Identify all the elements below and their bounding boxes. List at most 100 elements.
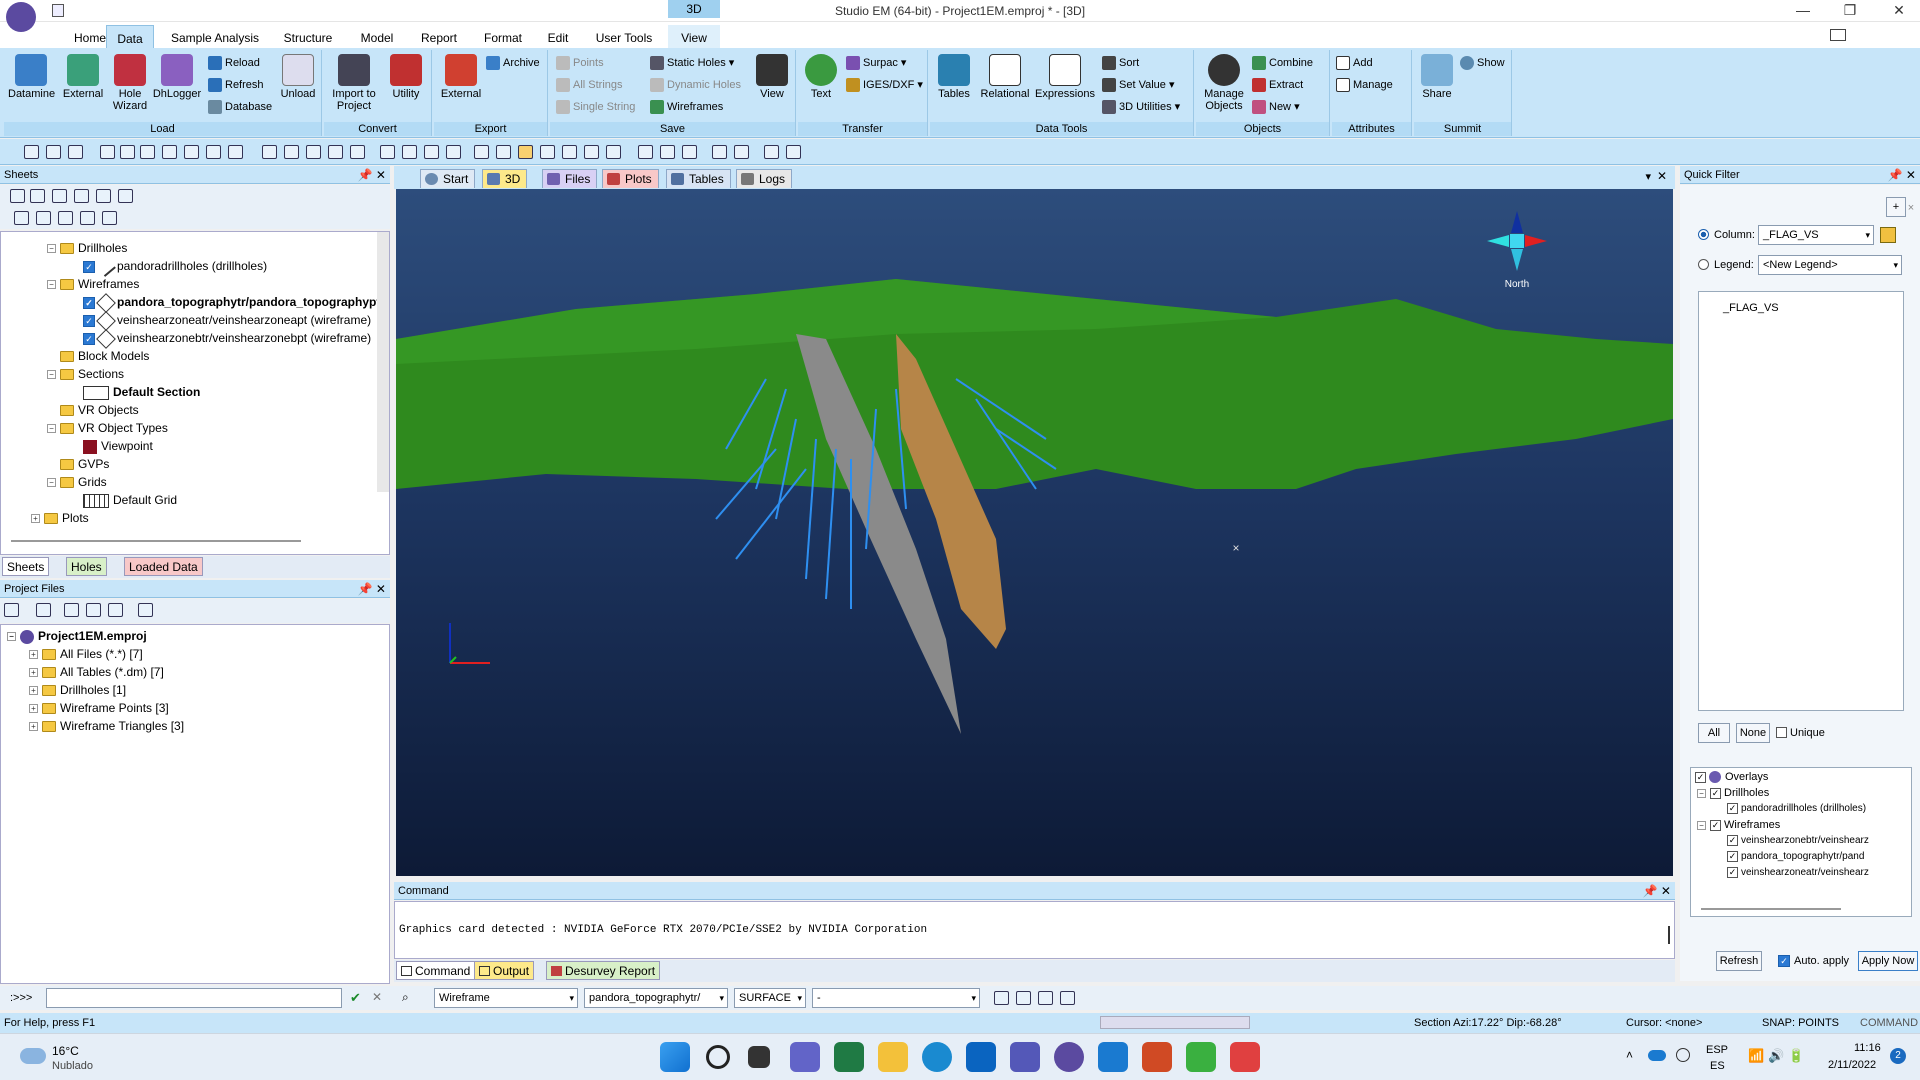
pf-tool-4-icon[interactable] — [86, 603, 101, 617]
tree-item-veinshearzoneb[interactable]: ✓ veinshearzonebtr/veinshearzonebpt (wire… — [83, 328, 371, 349]
toolbar-rotate-icon[interactable] — [46, 145, 61, 159]
command-accept-icon[interactable]: ✔ — [350, 990, 361, 1006]
tables-button[interactable]: Tables — [934, 54, 974, 100]
toolbar-zoom-previous-icon[interactable] — [228, 145, 243, 159]
sheets-tool-3-icon[interactable] — [52, 189, 67, 203]
tab-model[interactable]: Model — [352, 25, 402, 48]
expand-icon[interactable]: + — [29, 668, 38, 678]
toolbar-zoom-all-icon[interactable] — [162, 145, 177, 159]
teams-chat-icon[interactable] — [790, 1042, 820, 1072]
import-to-project-button[interactable]: Import to Project — [328, 54, 380, 112]
qf-apply-now-button[interactable]: Apply Now — [1858, 951, 1918, 971]
sheets-tool-2-icon[interactable] — [30, 189, 45, 203]
file-explorer-icon[interactable] — [878, 1042, 908, 1072]
tree-folder-vr-objects[interactable]: VR Objects — [60, 401, 139, 419]
project-item[interactable]: + Drillholes [1] — [29, 681, 126, 699]
project-item[interactable]: + All Tables (*.dm) [7] — [29, 663, 164, 681]
clock-time[interactable]: 11:16 — [1854, 1042, 1881, 1054]
overlay-veinshearzonea[interactable]: ✓ veinshearzoneatr/veinshearz — [1727, 864, 1869, 882]
manage-attribute-button[interactable]: Manage — [1336, 76, 1393, 94]
tree-folder-gvps[interactable]: GVPs — [60, 455, 109, 473]
combine-button[interactable]: Combine — [1252, 54, 1313, 72]
qf-refresh-button[interactable]: Refresh — [1716, 951, 1762, 971]
manage-objects-button[interactable]: Manage Objects — [1200, 54, 1248, 112]
view-save-button[interactable]: View — [752, 54, 792, 100]
tab-desurvey-report[interactable]: Desurvey Report — [546, 961, 661, 980]
all-strings-button[interactable]: All Strings — [556, 76, 623, 94]
extract-button[interactable]: Extract — [1252, 76, 1303, 94]
minimize-button[interactable]: — — [1788, 2, 1818, 18]
tree-folder-grids[interactable]: − Grids — [47, 473, 107, 491]
tab-loaded-data[interactable]: Loaded Data — [124, 557, 203, 576]
sheets-panel-buttons[interactable]: 📌 ✕ — [358, 168, 386, 182]
checkbox-icon[interactable]: ✓ — [83, 296, 95, 309]
3d-viewport[interactable]: North × — [396, 189, 1673, 876]
checkbox-icon[interactable]: ✓ — [1727, 834, 1738, 846]
qf-auto-apply-checkbox[interactable]: ✓ — [1778, 955, 1790, 967]
tab-start[interactable]: Start — [420, 169, 476, 188]
start-menu-icon[interactable] — [660, 1042, 690, 1072]
snipping-tool-icon[interactable] — [1230, 1042, 1260, 1072]
pf-tool-6-icon[interactable] — [138, 603, 153, 617]
project-item[interactable]: + Wireframe Points [3] — [29, 699, 169, 717]
qf-column-settings-icon[interactable] — [1880, 227, 1896, 243]
ribbon-options-icon[interactable] — [1830, 29, 1846, 41]
sort-button[interactable]: Sort — [1102, 54, 1139, 72]
toolbar-clip-6-icon[interactable] — [606, 145, 621, 159]
toolbar-section-2-icon[interactable] — [402, 145, 417, 159]
tab-sample-analysis[interactable]: Sample Analysis — [165, 25, 265, 48]
checkbox-icon[interactable]: ✓ — [1710, 819, 1721, 831]
toolbar-select-2-icon[interactable] — [306, 145, 321, 159]
toolbar-section-icon[interactable] — [380, 145, 395, 159]
cmdbar-tool-1-icon[interactable] — [994, 991, 1009, 1005]
tab-view[interactable]: View — [668, 25, 720, 48]
new-object-button[interactable]: New ▾ — [1252, 98, 1300, 116]
expand-icon[interactable]: + — [29, 686, 38, 696]
checkbox-icon[interactable]: ✓ — [83, 332, 95, 345]
toolbar-right-arrow-icon[interactable] — [734, 145, 749, 159]
project-root[interactable]: − Project1EM.emproj — [7, 627, 147, 645]
qf-all-button[interactable]: All — [1698, 723, 1730, 743]
tree-folder-drillholes[interactable]: − Drillholes — [47, 239, 127, 257]
sheets-tool-5-icon[interactable] — [96, 189, 111, 203]
camtasia-icon[interactable] — [1186, 1042, 1216, 1072]
relational-button[interactable]: Relational — [978, 54, 1032, 100]
toolbar-section-3-icon[interactable] — [424, 145, 439, 159]
iges-dxf-button[interactable]: IGES/DXF ▾ — [846, 76, 923, 94]
tree-folder-sections[interactable]: − Sections — [47, 365, 124, 383]
qf-remove-button[interactable]: × — [1902, 199, 1920, 219]
tree-item-pandoradrillholes[interactable]: ✓ pandoradrillholes (drillholes) — [83, 256, 267, 277]
tab-3d[interactable]: 3D — [482, 169, 528, 188]
object-type-select[interactable]: Wireframe ▾ — [434, 988, 578, 1008]
sheets-tool-11-icon[interactable] — [102, 211, 117, 225]
tray-chevron-icon[interactable]: ˄ — [1626, 1048, 1633, 1062]
command-panel-buttons[interactable]: 📌 ✕ — [1643, 884, 1671, 898]
tab-structure[interactable]: Structure — [278, 25, 338, 48]
single-string-button[interactable]: Single String — [556, 98, 635, 116]
expand-icon[interactable]: − — [47, 478, 56, 488]
tree-item-veinshearzonea[interactable]: ✓ veinshearzoneatr/veinshearzoneapt (wire… — [83, 310, 371, 331]
studio-em-icon[interactable] — [1054, 1042, 1084, 1072]
qf-column-radio[interactable] — [1698, 229, 1709, 240]
checkbox-icon[interactable]: ✓ — [1727, 850, 1738, 862]
cmdbar-tool-3-icon[interactable] — [1038, 991, 1053, 1005]
toolbar-back-icon[interactable] — [660, 145, 675, 159]
qf-legend-select[interactable]: <New Legend> ▾ — [1758, 255, 1902, 275]
tab-data[interactable]: Data — [106, 25, 154, 48]
share-button[interactable]: Share — [1418, 54, 1456, 100]
attribute-select[interactable]: - ▾ — [812, 988, 980, 1008]
qf-value-item[interactable]: _FLAG_VS — [1723, 302, 1779, 314]
toolbar-zoom-icon[interactable] — [100, 145, 115, 159]
expand-icon[interactable]: − — [1697, 820, 1706, 830]
expand-icon[interactable]: − — [47, 244, 56, 254]
tree-folder-vr-object-types[interactable]: − VR Object Types — [47, 419, 168, 437]
toolbar-clip-5-icon[interactable] — [584, 145, 599, 159]
sheets-tool-4-icon[interactable] — [74, 189, 89, 203]
tree-folder-block-models[interactable]: Block Models — [60, 347, 149, 365]
powerpoint-icon[interactable] — [1142, 1042, 1172, 1072]
toolbar-first-icon[interactable] — [764, 145, 779, 159]
add-attribute-button[interactable]: Add — [1336, 54, 1373, 72]
pf-tool-2-icon[interactable] — [36, 603, 51, 617]
surface-select[interactable]: SURFACE ▾ — [734, 988, 806, 1008]
tab-tables[interactable]: Tables — [666, 169, 731, 188]
